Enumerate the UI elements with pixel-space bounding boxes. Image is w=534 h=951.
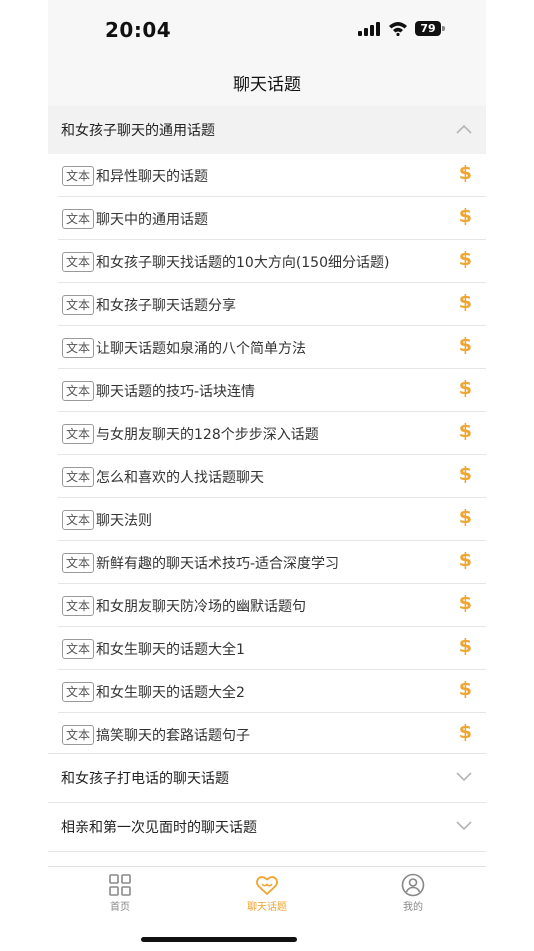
list-item-title: 让聊天话题如泉涌的八个简单方法	[96, 341, 306, 357]
list-item-title: 与女朋友聊天的128个步步深入话题	[96, 427, 319, 443]
list-item-title: 和女孩子聊天话题分享	[96, 298, 236, 314]
list-item[interactable]: 文本 和女生聊天的话题大全2 $	[58, 670, 486, 713]
chevron-down-icon	[456, 821, 472, 831]
tab-label: 聊天话题	[247, 902, 287, 913]
list-item[interactable]: 文本 聊天话题的技巧-话块连情 $	[58, 369, 486, 412]
paid-dollar-icon: $	[458, 420, 472, 442]
paid-dollar-icon: $	[458, 463, 472, 485]
user-icon	[401, 873, 425, 897]
list-item[interactable]: 文本 和异性聊天的话题 $	[58, 154, 486, 197]
text-tag: 文本	[62, 381, 95, 401]
text-tag: 文本	[62, 596, 95, 616]
text-tag: 文本	[62, 338, 95, 358]
text-tag: 文本	[62, 166, 95, 186]
text-tag: 文本	[62, 209, 95, 229]
text-tag: 文本	[62, 510, 95, 530]
tab-chat-topics[interactable]: 聊天话题	[217, 873, 317, 913]
text-tag: 文本	[62, 553, 95, 573]
text-tag: 文本	[62, 252, 95, 272]
list-item[interactable]: 文本 新鲜有趣的聊天话术技巧-适合深度学习 $	[58, 541, 486, 584]
text-tag: 文本	[62, 682, 95, 702]
battery-level: 79	[415, 21, 441, 36]
list-item[interactable]: 文本 与女朋友聊天的128个步步深入话题 $	[58, 412, 486, 455]
list-item[interactable]: 文本 聊天中的通用话题 $	[58, 197, 486, 240]
list-item-title: 聊天法则	[96, 513, 152, 529]
wifi-icon	[389, 22, 407, 36]
home-indicator[interactable]	[141, 937, 297, 942]
list-item[interactable]: 文本 和女孩子聊天找话题的10大方向(150细分话题) $	[58, 240, 486, 283]
paid-dollar-icon: $	[458, 592, 472, 614]
paid-dollar-icon: $	[458, 205, 472, 227]
text-tag: 文本	[62, 725, 95, 745]
tab-label: 我的	[403, 902, 423, 913]
list-item[interactable]: 文本 让聊天话题如泉涌的八个简单方法 $	[58, 326, 486, 369]
status-bar: 20:04 79	[48, 0, 486, 58]
section-title: 和女孩子聊天的通用话题	[61, 123, 215, 139]
list-item-title: 聊天话题的技巧-话块连情	[96, 384, 256, 400]
topic-list: 文本 和异性聊天的话题 $ 文本 聊天中的通用话题 $ 文本 和女孩子聊天找话题的10大方…	[58, 154, 486, 756]
list-item-title: 新鲜有趣的聊天话术技巧-适合深度学习	[96, 556, 340, 572]
tab-home[interactable]: 首页	[70, 873, 170, 913]
paid-dollar-icon: $	[458, 248, 472, 270]
list-item-title: 和女孩子聊天找话题的10大方向(150细分话题)	[96, 255, 390, 271]
paid-dollar-icon: $	[458, 291, 472, 313]
heart-chat-icon	[256, 876, 278, 895]
chevron-down-icon	[456, 772, 472, 782]
phone-screen: 20:04 79 聊天话题 和女孩子聊天的通用话题 文本 和异性聊天的话题 $ 文本…	[48, 0, 486, 951]
text-tag: 文本	[62, 424, 95, 444]
text-tag: 文本	[62, 467, 95, 487]
tab-label: 首页	[110, 902, 130, 913]
paid-dollar-icon: $	[458, 377, 472, 399]
paid-dollar-icon: $	[458, 721, 472, 743]
list-item-title: 聊天中的通用话题	[96, 212, 208, 228]
section-header-phone-call[interactable]: 和女孩子打电话的聊天话题	[48, 753, 486, 803]
list-item[interactable]: 文本 和女孩子聊天话题分享 $	[58, 283, 486, 326]
list-item[interactable]: 文本 和女朋友聊天防冷场的幽默话题句 $	[58, 584, 486, 627]
list-item-title: 和女朋友聊天防冷场的幽默话题句	[96, 599, 306, 615]
nav-bar: 聊天话题	[48, 58, 486, 106]
list-item[interactable]: 文本 聊天法则 $	[58, 498, 486, 541]
list-item-title: 搞笑聊天的套路话题句子	[96, 728, 250, 744]
page-title: 聊天话题	[233, 75, 301, 95]
list-item[interactable]: 文本 怎么和喜欢的人找话题聊天 $	[58, 455, 486, 498]
section-header-first-date[interactable]: 相亲和第一次见面时的聊天话题	[48, 803, 486, 852]
section-title: 和女孩子打电话的聊天话题	[61, 771, 229, 787]
list-item-title: 和女生聊天的话题大全2	[96, 685, 245, 701]
section-header-general[interactable]: 和女孩子聊天的通用话题	[48, 106, 486, 154]
cellular-signal-icon	[358, 22, 380, 36]
section-title: 相亲和第一次见面时的聊天话题	[61, 820, 257, 836]
list-item-title: 和异性聊天的话题	[96, 169, 208, 185]
list-item-title: 和女生聊天的话题大全1	[96, 642, 245, 658]
list-item[interactable]: 文本 搞笑聊天的套路话题句子 $	[58, 713, 486, 756]
status-time: 20:04	[105, 18, 172, 42]
text-tag: 文本	[62, 639, 95, 659]
grid-icon	[109, 874, 131, 896]
list-item-title: 怎么和喜欢的人找话题聊天	[96, 470, 264, 486]
paid-dollar-icon: $	[458, 678, 472, 700]
paid-dollar-icon: $	[458, 549, 472, 571]
text-tag: 文本	[62, 295, 95, 315]
tab-profile[interactable]: 我的	[363, 873, 463, 913]
paid-dollar-icon: $	[458, 162, 472, 184]
list-item[interactable]: 文本 和女生聊天的话题大全1 $	[58, 627, 486, 670]
paid-dollar-icon: $	[458, 506, 472, 528]
paid-dollar-icon: $	[458, 334, 472, 356]
paid-dollar-icon: $	[458, 635, 472, 657]
chevron-up-icon	[456, 124, 472, 134]
battery-icon: 79	[415, 21, 445, 36]
